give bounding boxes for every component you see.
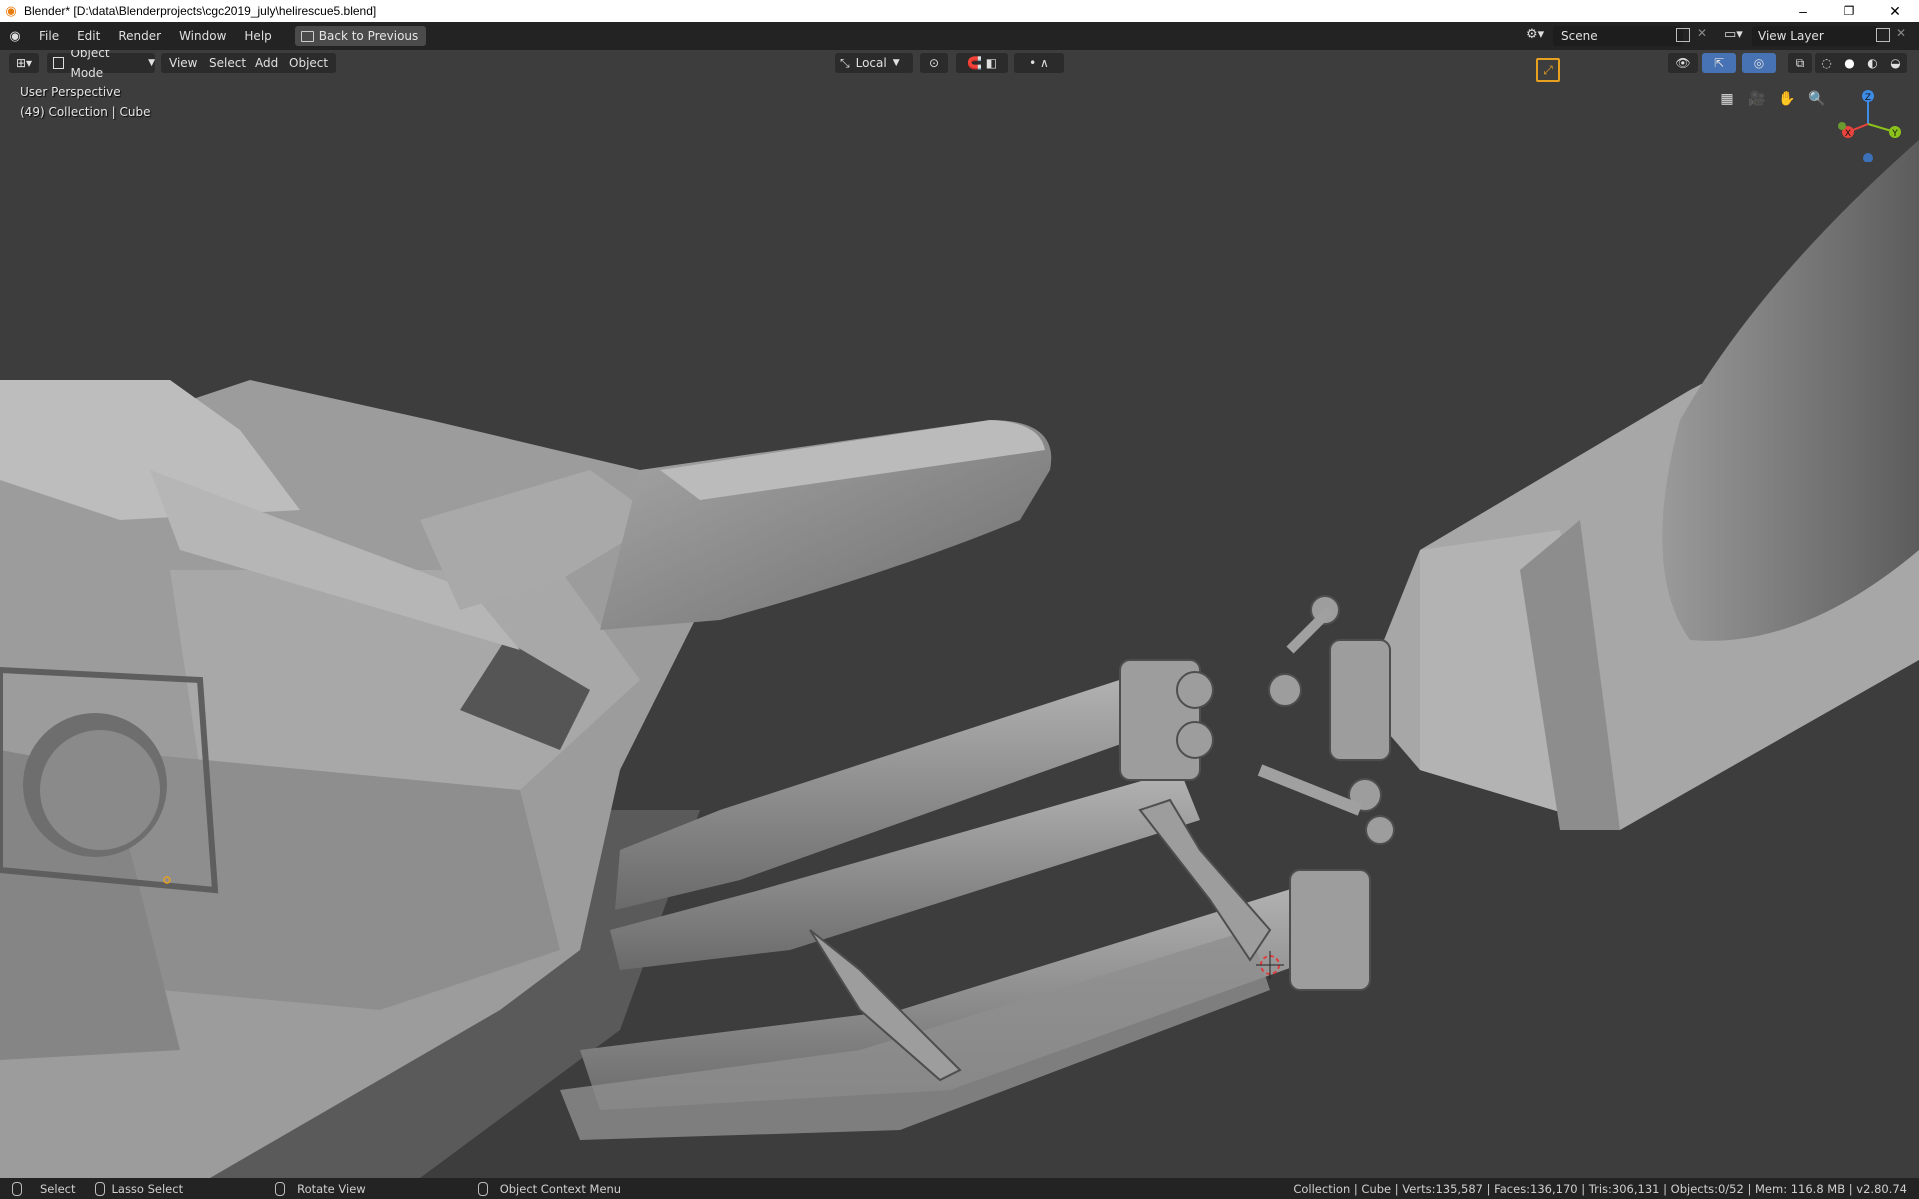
snap-icon: 🧲 ◧ xyxy=(966,56,998,70)
window-title: Blender* [D:\data\Blenderprojects\cgc201… xyxy=(24,4,377,18)
zoom-view-icon[interactable]: 🔍 xyxy=(1804,86,1830,112)
x-axis-label: X xyxy=(1845,129,1851,139)
delete-scene-icon[interactable]: ✕ xyxy=(1697,26,1707,40)
snap-button[interactable]: 🧲 ◧ xyxy=(956,53,1008,73)
chevron-down-icon: ▼ xyxy=(892,58,900,68)
camera-view-icon[interactable]: 🎥 xyxy=(1744,86,1770,112)
chevron-down-icon: ▼ xyxy=(148,58,155,68)
menu-window[interactable]: Window xyxy=(170,25,235,47)
menu-render[interactable]: Render xyxy=(109,25,170,47)
maximize-button[interactable]: ❐ xyxy=(1826,0,1872,22)
pivot-icon: ⊙ xyxy=(928,56,940,70)
collection-label: (49) Collection | Cube xyxy=(20,105,151,119)
scene-label: Scene xyxy=(1561,29,1598,43)
pivot-point-button[interactable]: ⊙ xyxy=(920,53,948,73)
wireframe-shading-icon[interactable]: ◌ xyxy=(1821,53,1831,73)
eye-icon: 👁 xyxy=(1675,56,1691,70)
editor-type-icon: ⊞▾ xyxy=(15,56,33,70)
editor-type-button[interactable]: ⊞▾ xyxy=(9,53,39,73)
status-lasso: Lasso Select xyxy=(111,1181,184,1196)
minimize-button[interactable]: – xyxy=(1780,0,1826,22)
status-select: Select xyxy=(40,1181,76,1196)
perspective-label: User Perspective xyxy=(20,85,121,99)
drag-mouse-icon xyxy=(275,1181,286,1196)
back-icon xyxy=(300,30,314,42)
proportional-edit-button[interactable]: • ∧ xyxy=(1014,53,1064,73)
new-scene-icon[interactable] xyxy=(1676,28,1690,42)
proportional-icon: • ∧ xyxy=(1029,56,1049,70)
mode-selector[interactable]: Object Mode ▼ xyxy=(47,50,155,80)
window-titlebar: ◉ Blender* [D:\data\Blenderprojects\cgc2… xyxy=(0,0,1919,22)
round-port-inner xyxy=(40,730,160,850)
close-button[interactable]: ✕ xyxy=(1872,0,1918,22)
y-axis-label: Y xyxy=(1891,129,1898,139)
status-context: Object Context Menu xyxy=(499,1181,622,1196)
menu-file[interactable]: File xyxy=(30,25,68,47)
xray-button[interactable]: ⧉ xyxy=(1788,53,1812,73)
view-layer-label: View Layer xyxy=(1758,29,1824,43)
transform-orientation-selector[interactable]: ⤡ Local ▼ xyxy=(835,53,913,73)
view-menu[interactable]: View xyxy=(161,53,206,73)
shading-modes[interactable]: ◌ ● ◐ ◒ xyxy=(1815,53,1907,73)
body-face-3 xyxy=(100,750,560,1010)
top-right-cone xyxy=(1662,140,1919,641)
blender-menu-icon[interactable]: ◉ xyxy=(0,29,30,44)
scene-selector[interactable]: Scene xyxy=(1553,26,1683,46)
new-view-layer-icon[interactable] xyxy=(1876,28,1890,42)
left-mouse-icon xyxy=(12,1181,22,1196)
toggle-perspective-icon[interactable]: ▦ xyxy=(1714,86,1740,112)
blender-logo-icon: ◉ xyxy=(5,3,17,18)
object-mode-icon xyxy=(53,57,65,69)
mode-label: Object Mode xyxy=(70,50,110,80)
menu-help[interactable]: Help xyxy=(235,25,280,47)
pan-view-icon[interactable]: ✋ xyxy=(1774,86,1800,112)
status-bar: Select Lasso Select Rotate View Object C… xyxy=(0,1178,1919,1199)
viewport-scene[interactable] xyxy=(0,50,1919,1178)
gizmo-toggle-button[interactable]: ⇱ xyxy=(1702,53,1736,73)
middle-mouse-icon xyxy=(95,1181,106,1196)
right-mouse-icon xyxy=(477,1181,488,1196)
view-layer-selector[interactable]: View Layer xyxy=(1752,26,1878,46)
z-axis-label: Z xyxy=(1865,93,1871,103)
menu-edit[interactable]: Edit xyxy=(68,25,109,47)
status-rotate: Rotate View xyxy=(297,1181,366,1196)
gizmo-icon: ⇱ xyxy=(1713,56,1725,70)
object-menu[interactable]: Object xyxy=(281,53,337,73)
overlay-icon: ◎ xyxy=(1753,56,1765,70)
xray-icon: ⧉ xyxy=(1795,56,1805,70)
rendered-shading-icon[interactable]: ◒ xyxy=(1890,53,1900,73)
status-stats: Collection | Cube | Verts:135,587 | Face… xyxy=(1293,1181,1907,1196)
orientation-icon: ⤡ xyxy=(840,56,850,70)
camera-lock-icon[interactable]: ⤢ xyxy=(1536,58,1560,82)
orientation-label: Local xyxy=(855,56,887,70)
view-layer-type-icon[interactable]: ▭▾ xyxy=(1724,27,1748,42)
axis-gizmo[interactable]: Z Y X xyxy=(1828,82,1908,162)
back-to-previous-button[interactable]: Back to Previous xyxy=(294,26,427,46)
material-shading-icon[interactable]: ◐ xyxy=(1867,53,1877,73)
visibility-button[interactable]: 👁 xyxy=(1668,53,1698,73)
overlay-toggle-button[interactable]: ◎ xyxy=(1742,53,1776,73)
back-label: Back to Previous xyxy=(318,29,419,43)
delete-view-layer-icon[interactable]: ✕ xyxy=(1896,26,1906,40)
solid-shading-icon[interactable]: ● xyxy=(1844,53,1854,73)
scene-type-icon[interactable]: ⚙▾ xyxy=(1526,27,1550,45)
3d-viewport[interactable]: User Perspective (49) Collection | Cube … xyxy=(0,50,1919,1178)
